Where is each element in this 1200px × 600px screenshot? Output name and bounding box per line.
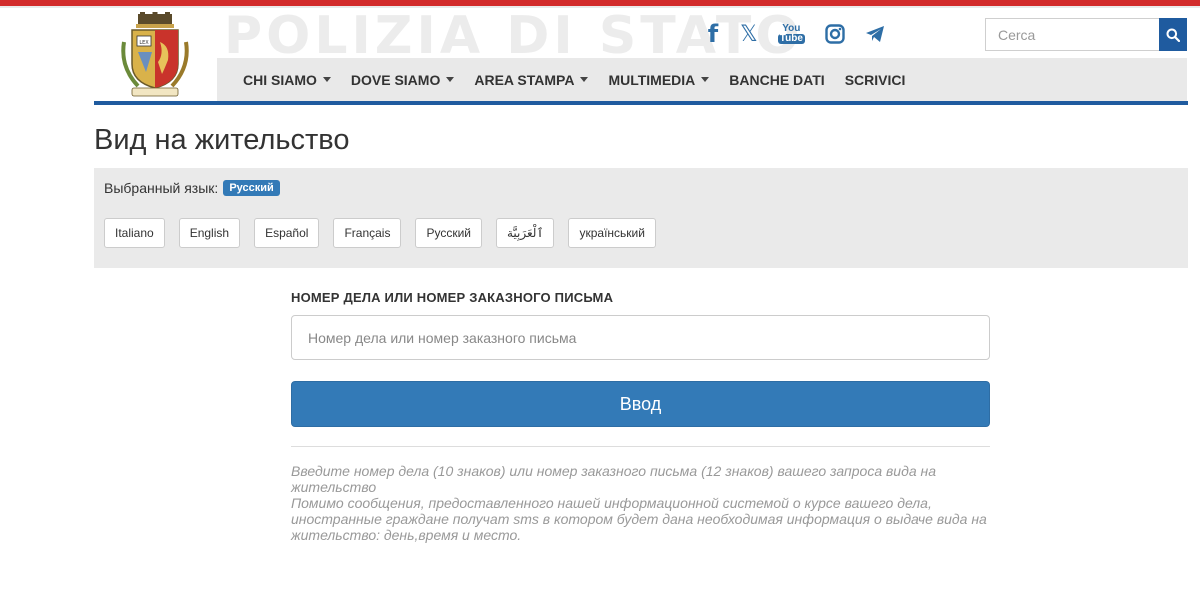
language-options: Italiano English Español Français Русски…: [104, 218, 670, 248]
site-search: [985, 18, 1187, 51]
form-divider: [291, 446, 990, 447]
help-text: Введите номер дела (10 знаков) или номер…: [291, 463, 990, 543]
lang-button-italiano[interactable]: Italiano: [104, 218, 165, 248]
language-panel: Выбранный язык: Русский Italiano English…: [94, 168, 1188, 268]
help-text-line-2: Помимо сообщения, предоставленного нашей…: [291, 495, 987, 543]
lang-button-russian[interactable]: Русский: [415, 218, 482, 248]
selected-language-row: Выбранный язык: Русский: [104, 180, 280, 196]
caret-down-icon: [701, 77, 710, 82]
social-links: f 𝕏 You Tube: [706, 20, 905, 48]
nav-label: DOVE SIAMO: [350, 71, 441, 88]
caret-down-icon: [446, 77, 455, 82]
caret-down-icon: [322, 77, 331, 82]
nav-multimedia[interactable]: MULTIMEDIA: [608, 71, 710, 88]
nav-scrivici[interactable]: SCRIVICI: [845, 72, 906, 88]
selected-language-badge: Русский: [223, 180, 280, 196]
selected-language-label: Выбранный язык:: [104, 180, 219, 196]
nav-label: AREA STAMPA: [474, 71, 575, 88]
search-icon: [1166, 28, 1180, 42]
nav-banche-dati[interactable]: BANCHE DATI: [729, 72, 824, 88]
caret-down-icon: [580, 77, 589, 82]
svg-text:LEX: LEX: [139, 40, 149, 46]
page-title: Вид на жительство: [94, 124, 350, 156]
instagram-icon[interactable]: [825, 24, 845, 44]
nav-label: CHI SIAMO: [243, 71, 317, 88]
lang-button-ukrainian[interactable]: український: [568, 218, 656, 248]
lang-button-arabic[interactable]: ٱلْعَرَبِيَّة: [495, 218, 555, 248]
nav-area-stampa[interactable]: AREA STAMPA: [474, 71, 589, 88]
nav-label: BANCHE DATI: [729, 71, 825, 88]
nav-dove-siamo[interactable]: DOVE SIAMO: [350, 71, 455, 88]
facebook-icon[interactable]: f: [706, 20, 720, 48]
header-divider: [94, 101, 1188, 105]
case-number-input[interactable]: [291, 315, 990, 360]
nav-label: MULTIMEDIA: [608, 71, 696, 88]
lang-button-espanol[interactable]: Español: [254, 218, 320, 248]
telegram-icon[interactable]: [865, 25, 885, 43]
case-lookup-form: НОМЕР ДЕЛА ИЛИ НОМЕР ЗАКАЗНОГО ПИСЬМА Вв…: [291, 290, 990, 543]
search-button[interactable]: [1159, 18, 1187, 51]
polizia-logo[interactable]: LEX: [118, 12, 192, 100]
x-twitter-icon[interactable]: 𝕏: [740, 22, 758, 47]
search-input[interactable]: [985, 18, 1159, 51]
youtube-bottom-text: Tube: [777, 33, 805, 44]
help-text-line-1: Введите номер дела (10 знаков) или номер…: [291, 463, 936, 495]
case-number-label: НОМЕР ДЕЛА ИЛИ НОМЕР ЗАКАЗНОГО ПИСЬМА: [291, 290, 614, 305]
nav-label: SCRIVICI: [844, 71, 906, 88]
main-nav: CHI SIAMO DOVE SIAMO AREA STAMPA MULTIME…: [217, 58, 1187, 101]
nav-chi-siamo[interactable]: CHI SIAMO: [243, 72, 331, 88]
lang-button-francais[interactable]: Français: [333, 218, 402, 248]
lang-button-english[interactable]: English: [178, 218, 241, 248]
submit-button[interactable]: Ввод: [291, 381, 990, 427]
youtube-icon[interactable]: You Tube: [777, 24, 805, 44]
